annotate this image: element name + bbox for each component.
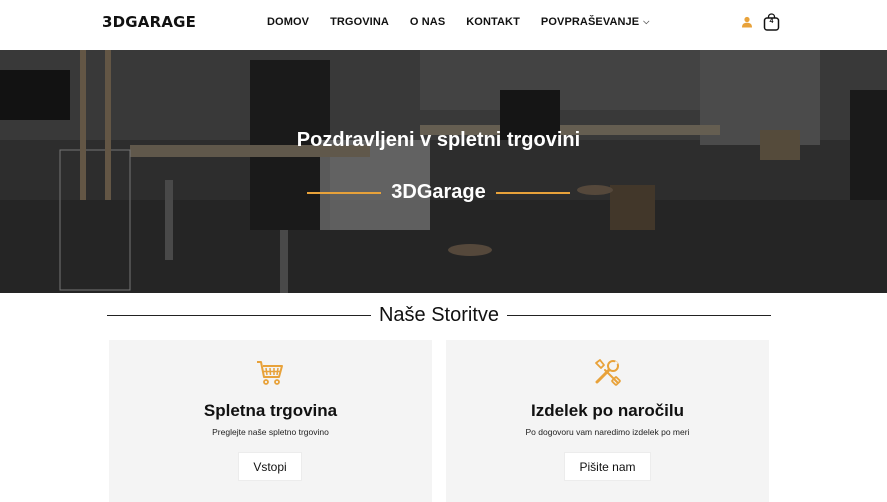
shopping-cart-icon — [257, 361, 283, 385]
nav-item-label: POVPRAŠEVANJE — [540, 16, 640, 28]
tools-icon — [595, 359, 621, 386]
chevron-down-icon: ⌵ — [643, 17, 650, 26]
site-header: 3DGARAGE DOMOV TRGOVINA O NAS KONTAKT PO… — [0, 0, 887, 50]
section-title: Naše Storitve — [378, 304, 500, 326]
service-card-custom-order: Izdelek po naročilu Po dogovoru vam nare… — [446, 340, 769, 502]
nav-item-domov[interactable]: DOMOV — [267, 16, 309, 28]
hero-subtitle-row: 3DGarage — [0, 181, 877, 204]
card-description: Po dogovoru vam naredimo izdelek po meri — [525, 427, 690, 437]
nav-item-trgovina[interactable]: TRGOVINA — [330, 16, 389, 28]
card-title: Spletna trgovina — [203, 401, 338, 420]
services-heading: Naše Storitve — [107, 304, 771, 327]
contact-us-button[interactable]: Pišite nam — [564, 452, 651, 481]
heading-rule-right — [507, 315, 771, 316]
hero-overlay — [0, 50, 887, 293]
main-nav: DOMOV TRGOVINA O NAS KONTAKT POVPRAŠEVAN… — [267, 0, 670, 44]
hero-title: Pozdravljeni v spletni trgovini — [296, 129, 581, 151]
cart-count-badge: 4 — [769, 18, 774, 25]
enter-shop-button[interactable]: Vstopi — [238, 452, 302, 481]
hero-subtitle: 3DGarage — [391, 181, 486, 203]
card-title: Izdelek po naročilu — [530, 401, 685, 420]
nav-item-label: O NAS — [409, 16, 446, 28]
card-description: Preglejte naše spletno trgovino — [212, 427, 329, 437]
heading-rule-left — [107, 315, 371, 316]
nav-item-o-nas[interactable]: O NAS — [410, 16, 445, 28]
nav-item-label: KONTAKT — [466, 16, 520, 28]
nav-item-kontakt[interactable]: KONTAKT — [466, 16, 520, 28]
user-account-icon[interactable] — [741, 16, 753, 28]
nav-item-label: TRGOVINA — [330, 16, 389, 28]
nav-item-label: DOMOV — [267, 16, 310, 28]
cart-button[interactable]: 4 — [763, 13, 780, 31]
nav-item-povprasevanje[interactable]: POVPRAŠEVANJE ⌵ — [541, 16, 649, 28]
service-card-shop: Spletna trgovina Preglejte naše spletno … — [109, 340, 432, 502]
site-logo[interactable]: 3DGARAGE — [102, 13, 196, 31]
hero-banner: Pozdravljeni v spletni trgovini 3DGarage — [0, 50, 887, 293]
divider-line-left — [307, 191, 382, 194]
divider-line-right — [495, 191, 570, 194]
